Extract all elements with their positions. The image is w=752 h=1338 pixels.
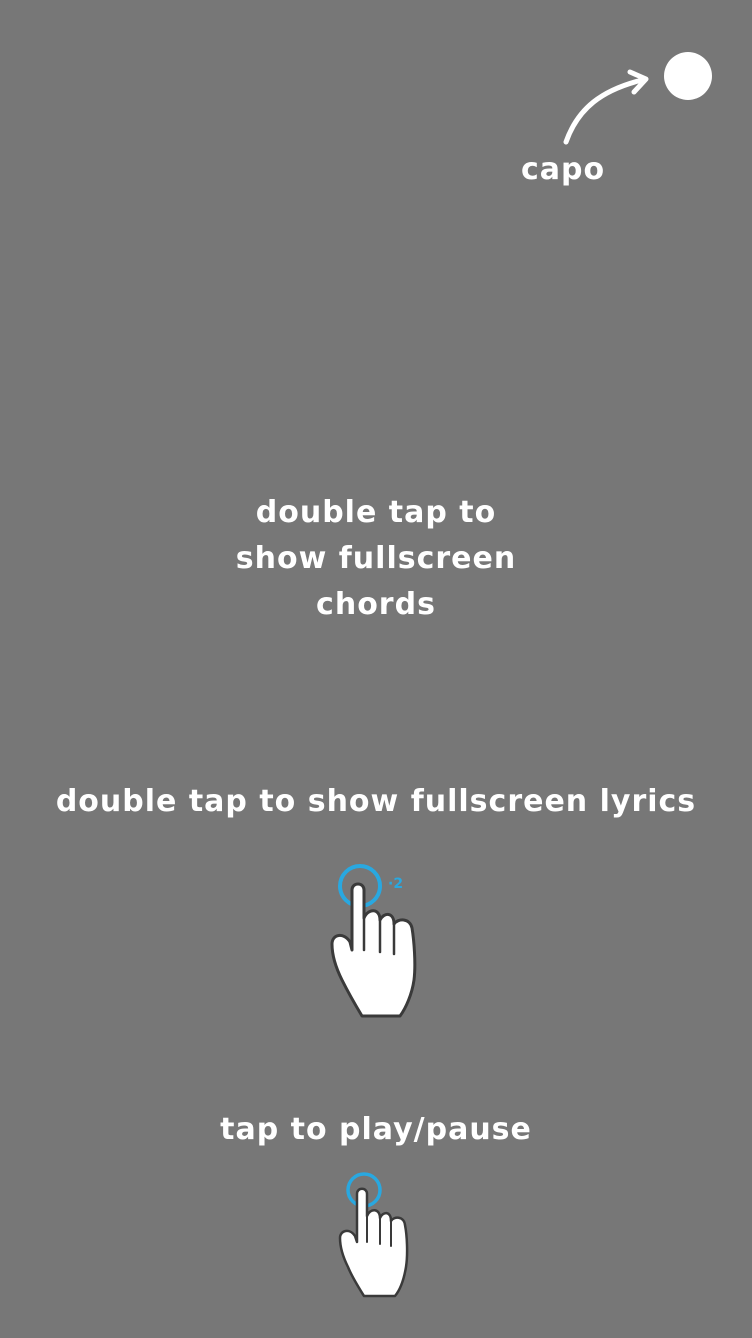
capo-label: capo [520, 152, 606, 187]
play-pause-hint: tap to play/pause [220, 1112, 532, 1147]
chords-hint-line: chords [316, 587, 436, 622]
hand-icon [330, 864, 417, 1018]
lyrics-fullscreen-hint: double tap to show fullscreen lyrics [55, 784, 697, 819]
chords-fullscreen-hint: double tap to show fullscreen chords [200, 490, 552, 628]
chords-hint-line: show fullscreen [235, 541, 517, 576]
capo-dot[interactable] [664, 52, 712, 100]
double-tap-count: ·2 [388, 876, 404, 892]
single-tap-hand-icon [334, 1168, 414, 1302]
chords-hint-line: double tap to [255, 495, 497, 530]
hand-icon [338, 1172, 409, 1298]
double-tap-hand-icon: ·2 [326, 860, 426, 1022]
curved-arrow-icon [563, 69, 649, 145]
tutorial-overlay[interactable]: capo double tap to show fullscreen chord… [0, 0, 752, 1338]
